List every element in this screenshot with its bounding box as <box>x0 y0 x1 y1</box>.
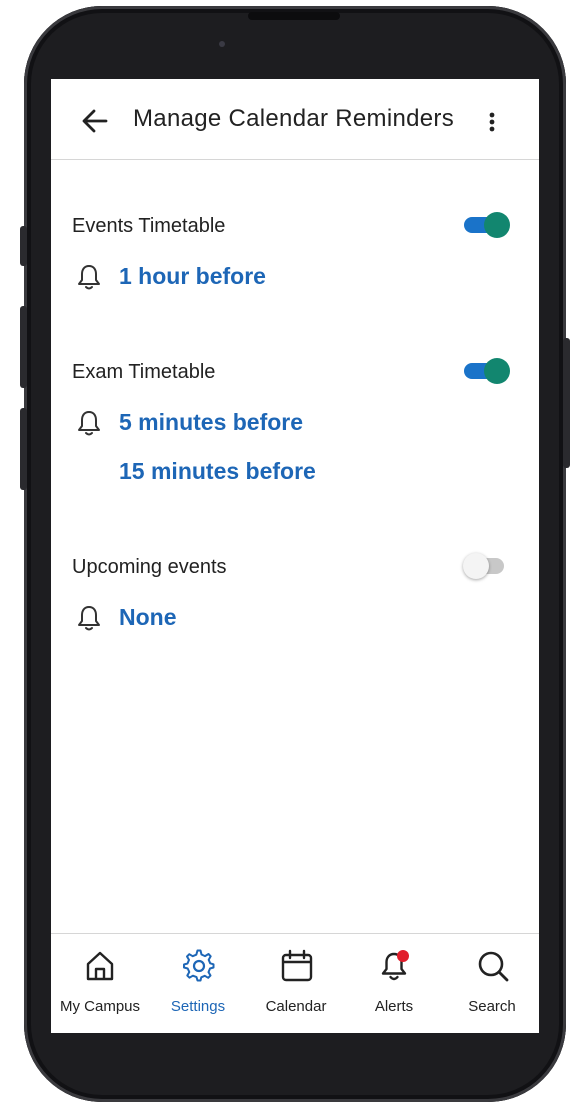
toggle-thumb <box>484 358 510 384</box>
volume-up-button <box>20 306 27 388</box>
reminder-time[interactable]: 1 hour before <box>119 263 266 290</box>
earpiece-speaker <box>248 12 340 20</box>
bell-icon <box>78 265 100 290</box>
nav-label: Search <box>468 998 516 1015</box>
reminder-time[interactable]: None <box>119 604 177 631</box>
page-title: Manage Calendar Reminders <box>133 105 454 132</box>
back-arrow-icon[interactable] <box>81 107 109 135</box>
reminder-time[interactable]: 5 minutes before <box>119 409 303 436</box>
front-camera <box>219 41 225 47</box>
bell-icon <box>78 606 100 631</box>
power-button <box>563 338 570 468</box>
nav-label: Alerts <box>374 998 414 1015</box>
section-title: Upcoming events <box>72 556 227 578</box>
nav-alerts[interactable]: Alerts <box>345 934 443 1033</box>
nav-label: My Campus <box>59 998 141 1015</box>
upcoming-events-toggle[interactable] <box>463 551 510 579</box>
events-timetable-toggle[interactable] <box>464 210 510 238</box>
bell-icon <box>78 411 100 436</box>
nav-search[interactable]: Search <box>443 934 539 1033</box>
section-title: Exam Timetable <box>72 361 216 383</box>
reminder-row[interactable]: 5 minutes before <box>51 407 539 439</box>
app-header: Manage Calendar Reminders <box>51 79 539 160</box>
silent-switch <box>20 226 27 266</box>
search-icon <box>478 951 509 982</box>
reminder-time[interactable]: 15 minutes before <box>119 458 316 485</box>
toggle-thumb <box>484 212 510 238</box>
nav-label: Calendar <box>265 998 327 1015</box>
bell-badge-icon <box>381 950 409 981</box>
reminder-row[interactable]: 1 hour before <box>51 261 539 293</box>
bottom-nav: My Campus Settings Calendar Alerts Searc… <box>51 933 539 1033</box>
reminder-row[interactable]: 15 minutes before <box>51 456 539 488</box>
reminder-row[interactable]: None <box>51 602 539 634</box>
gear-icon <box>183 949 215 982</box>
exam-timetable-toggle[interactable] <box>464 356 510 384</box>
more-options-icon[interactable] <box>483 109 501 135</box>
nav-settings[interactable]: Settings <box>149 934 247 1033</box>
nav-label: Settings <box>170 998 226 1015</box>
alert-badge <box>397 950 409 962</box>
section-title: Events Timetable <box>72 215 226 237</box>
calendar-icon <box>281 949 313 982</box>
volume-down-button <box>20 408 27 490</box>
toggle-thumb <box>463 553 489 579</box>
app-screen: Manage Calendar Reminders Events Timetab… <box>51 79 539 1033</box>
home-icon <box>86 951 114 981</box>
nav-my-campus[interactable]: My Campus <box>51 934 149 1033</box>
nav-calendar[interactable]: Calendar <box>247 934 345 1033</box>
